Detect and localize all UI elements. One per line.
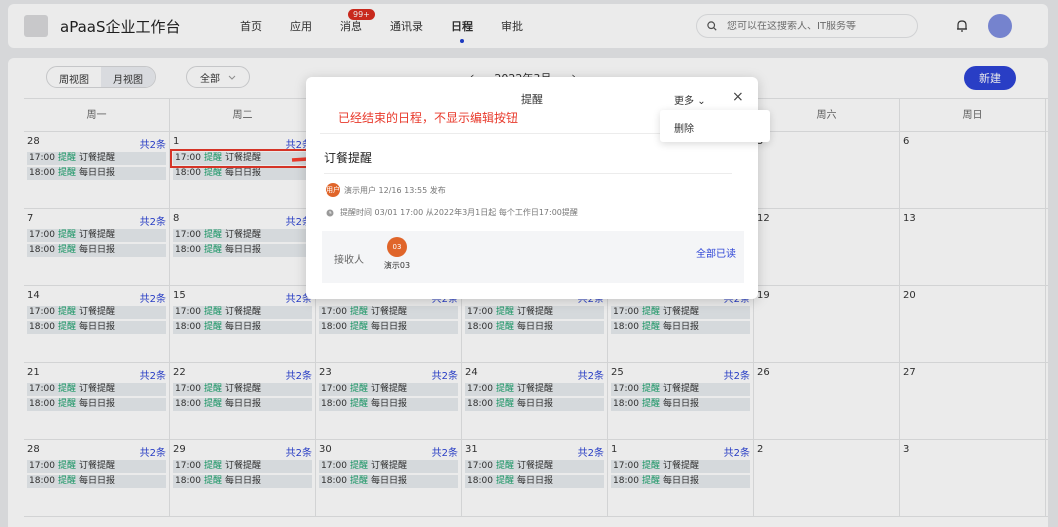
receiver-panel: 接收人 03 演示03 全部已读 [322, 231, 744, 283]
clock-icon [326, 209, 334, 216]
close-button[interactable]: × [732, 89, 744, 105]
reminder-subject: 订餐提醒 [324, 151, 373, 165]
divider [324, 173, 732, 174]
chevron-down-icon: ⌄ [697, 96, 706, 107]
more-menu-button[interactable]: 更多 ⌄ [674, 92, 706, 107]
receiver-label: 接收人 [334, 255, 364, 266]
publisher-info: 用户 演示用户 12/16 13:55 发布 [326, 183, 446, 197]
remind-time: 提醒时间 03/01 17:00 从2022年3月1日起 每个工作日17:00提… [326, 207, 578, 218]
more-label: 更多 [674, 96, 694, 107]
publisher-avatar: 用户 [326, 183, 340, 197]
remind-time-text: 提醒时间 03/01 17:00 从2022年3月1日起 每个工作日17:00提… [340, 208, 578, 217]
annotation-note: 已经结束的日程，不显示编辑按钮 [338, 111, 519, 125]
receiver-avatar: 03 [387, 237, 407, 257]
receiver-name: 演示03 [383, 261, 411, 270]
publisher-text: 演示用户 12/16 13:55 发布 [344, 185, 446, 195]
delete-menu-item[interactable]: 删除 [674, 120, 694, 135]
receiver-item[interactable]: 03 演示03 [382, 237, 412, 271]
more-dropdown-menu: 删除 [660, 110, 770, 142]
mark-all-read-link[interactable]: 全部已读 [696, 245, 736, 260]
